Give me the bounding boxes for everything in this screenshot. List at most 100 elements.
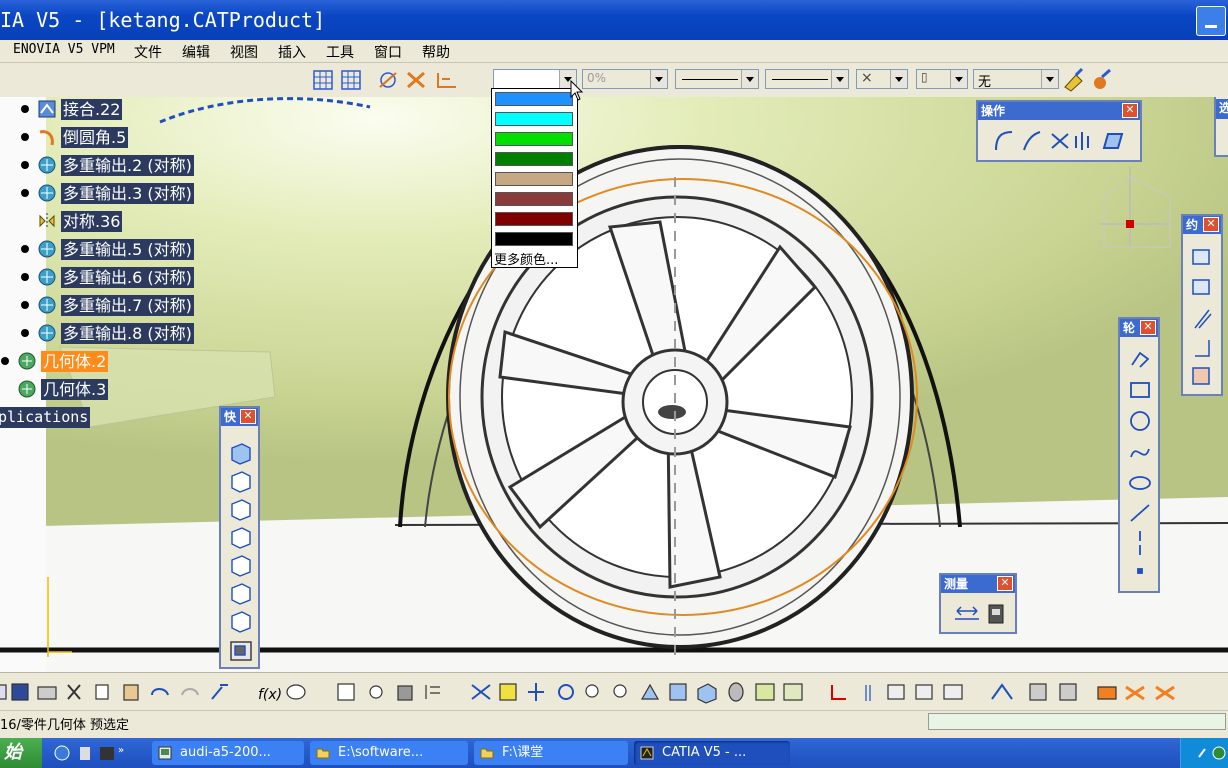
scan-icon[interactable] — [1059, 683, 1077, 701]
point-symbol-combo[interactable]: × — [856, 69, 908, 89]
structure-icon[interactable] — [425, 685, 440, 699]
graph-icon[interactable] — [369, 685, 383, 699]
zoom-out-icon[interactable] — [613, 684, 627, 698]
zoom-in-icon[interactable] — [585, 684, 599, 698]
hybrid-icon[interactable] — [865, 685, 871, 701]
explorer-icon[interactable] — [80, 747, 90, 760]
apply-material-icon[interactable] — [1094, 68, 1111, 89]
multi-view-icon[interactable] — [669, 683, 687, 701]
3d-viewport[interactable]: 接合.22 倒圆角.5 多重输出.2 (对称) 多重输出.3 (对称) 对称.3… — [0, 97, 1228, 672]
measure-item-icon[interactable] — [988, 604, 1004, 624]
task-item-catia[interactable]: CATIA V5 - ... — [634, 741, 790, 765]
expand-icon[interactable] — [21, 189, 29, 197]
color-swatch[interactable] — [495, 112, 573, 126]
menu-window[interactable]: 窗口 — [374, 42, 402, 62]
swap-space-icon[interactable] — [783, 683, 803, 701]
task-item-software[interactable]: E:\software... — [310, 741, 468, 765]
comment-icon[interactable] — [286, 684, 306, 700]
left-view-icon[interactable] — [231, 527, 251, 549]
close-icon[interactable]: ✕ — [997, 576, 1013, 591]
animate-constraint-icon[interactable] — [1192, 367, 1210, 385]
menu-tools[interactable]: 工具 — [326, 42, 354, 62]
mirror-icon[interactable] — [1075, 132, 1089, 150]
expand-icon[interactable] — [21, 105, 29, 113]
more-colors-item[interactable]: 更多颜色... — [494, 249, 558, 268]
task-item-classroom[interactable]: F:\课堂 — [474, 741, 628, 765]
render-style-combo[interactable]: ▯ — [916, 69, 968, 89]
cut-icon[interactable] — [67, 684, 81, 700]
expand-icon[interactable] — [21, 161, 29, 169]
color-swatch[interactable] — [495, 132, 573, 146]
sketch-icon[interactable] — [831, 685, 846, 700]
iso-view-icon[interactable] — [697, 683, 717, 704]
line-icon[interactable] — [1130, 504, 1150, 522]
named-view-icon[interactable] — [230, 641, 252, 661]
copy-icon[interactable] — [95, 684, 109, 700]
color-combo[interactable] — [493, 69, 577, 89]
minimize-button[interactable] — [1196, 6, 1226, 36]
normal-view-icon[interactable] — [640, 683, 660, 700]
constraint-dialog-icon[interactable] — [1192, 249, 1210, 265]
grid-snap-icon[interactable] — [341, 70, 361, 90]
transparency-combo[interactable]: 0% — [582, 69, 668, 89]
color-swatch[interactable] — [495, 92, 573, 106]
close-icon[interactable]: ✕ — [1122, 103, 1138, 118]
knowledge-icon[interactable] — [1125, 685, 1145, 701]
corner-icon[interactable] — [995, 131, 1013, 151]
point-icon[interactable] — [1137, 568, 1143, 574]
constraint-display-icon[interactable] — [437, 73, 456, 88]
menu-enovia[interactable]: ENOVIA V5 VPM — [13, 42, 115, 57]
expand-icon[interactable] — [1, 357, 9, 365]
design-table-icon[interactable] — [991, 683, 1013, 700]
command-input[interactable] — [928, 713, 1226, 730]
layer-combo[interactable]: 无 — [973, 69, 1059, 90]
expand-icon[interactable] — [21, 301, 29, 309]
color-swatch[interactable] — [495, 172, 573, 186]
contact-constraint-icon[interactable] — [1194, 309, 1212, 329]
color-swatch[interactable] — [495, 152, 573, 166]
close-icon[interactable]: ✕ — [1140, 320, 1156, 335]
expand-icon[interactable] — [21, 329, 29, 337]
linetype-combo[interactable] — [675, 69, 759, 89]
measure-between-icon[interactable] — [955, 606, 979, 620]
link-icon[interactable] — [1155, 685, 1175, 701]
rectangle-icon[interactable] — [1130, 382, 1150, 398]
back-view-icon[interactable] — [231, 499, 251, 521]
measure-icon[interactable] — [943, 684, 963, 700]
color-swatch[interactable] — [495, 192, 573, 206]
front-view-icon[interactable] — [231, 471, 251, 493]
grid-icon[interactable] — [313, 70, 333, 90]
ellipse-icon[interactable] — [1129, 476, 1151, 490]
part-design-icon[interactable] — [1097, 686, 1117, 700]
expand-icon[interactable] — [21, 273, 29, 281]
fly-mode-icon[interactable] — [471, 684, 491, 700]
apply-material-icon[interactable] — [1029, 683, 1047, 701]
undo-icon[interactable] — [151, 688, 169, 696]
shading-icon[interactable] — [728, 682, 744, 702]
redo-icon[interactable] — [181, 688, 199, 696]
spline-icon[interactable] — [1130, 448, 1150, 458]
pan-icon[interactable] — [528, 683, 544, 701]
task-item-audi[interactable]: audi-a5-200... — [152, 741, 304, 765]
format-painter-icon[interactable] — [1064, 67, 1084, 92]
menu-file[interactable]: 文件 — [134, 42, 162, 62]
bottom-view-icon[interactable] — [231, 611, 251, 633]
desktop-icon[interactable] — [100, 747, 114, 760]
start-button[interactable]: 始 — [0, 738, 42, 768]
cut-part-icon[interactable] — [407, 71, 425, 89]
right-view-icon[interactable] — [231, 555, 251, 577]
menu-help[interactable]: 帮助 — [422, 42, 450, 62]
project-3d-icon[interactable] — [1102, 133, 1124, 149]
profile-icon[interactable] — [1131, 351, 1150, 368]
print-icon[interactable] — [37, 686, 57, 700]
save-icon[interactable] — [11, 683, 29, 701]
color-swatch[interactable] — [495, 212, 573, 226]
trim-icon[interactable] — [1051, 133, 1069, 149]
table-icon[interactable] — [337, 683, 355, 701]
lineweight-combo[interactable] — [765, 69, 849, 89]
fix-constraint-icon[interactable] — [1195, 340, 1210, 357]
status-icon[interactable] — [1212, 746, 1226, 760]
rotate-icon[interactable] — [558, 684, 574, 700]
circle-icon[interactable] — [1130, 411, 1150, 431]
new-icon[interactable] — [0, 684, 7, 700]
